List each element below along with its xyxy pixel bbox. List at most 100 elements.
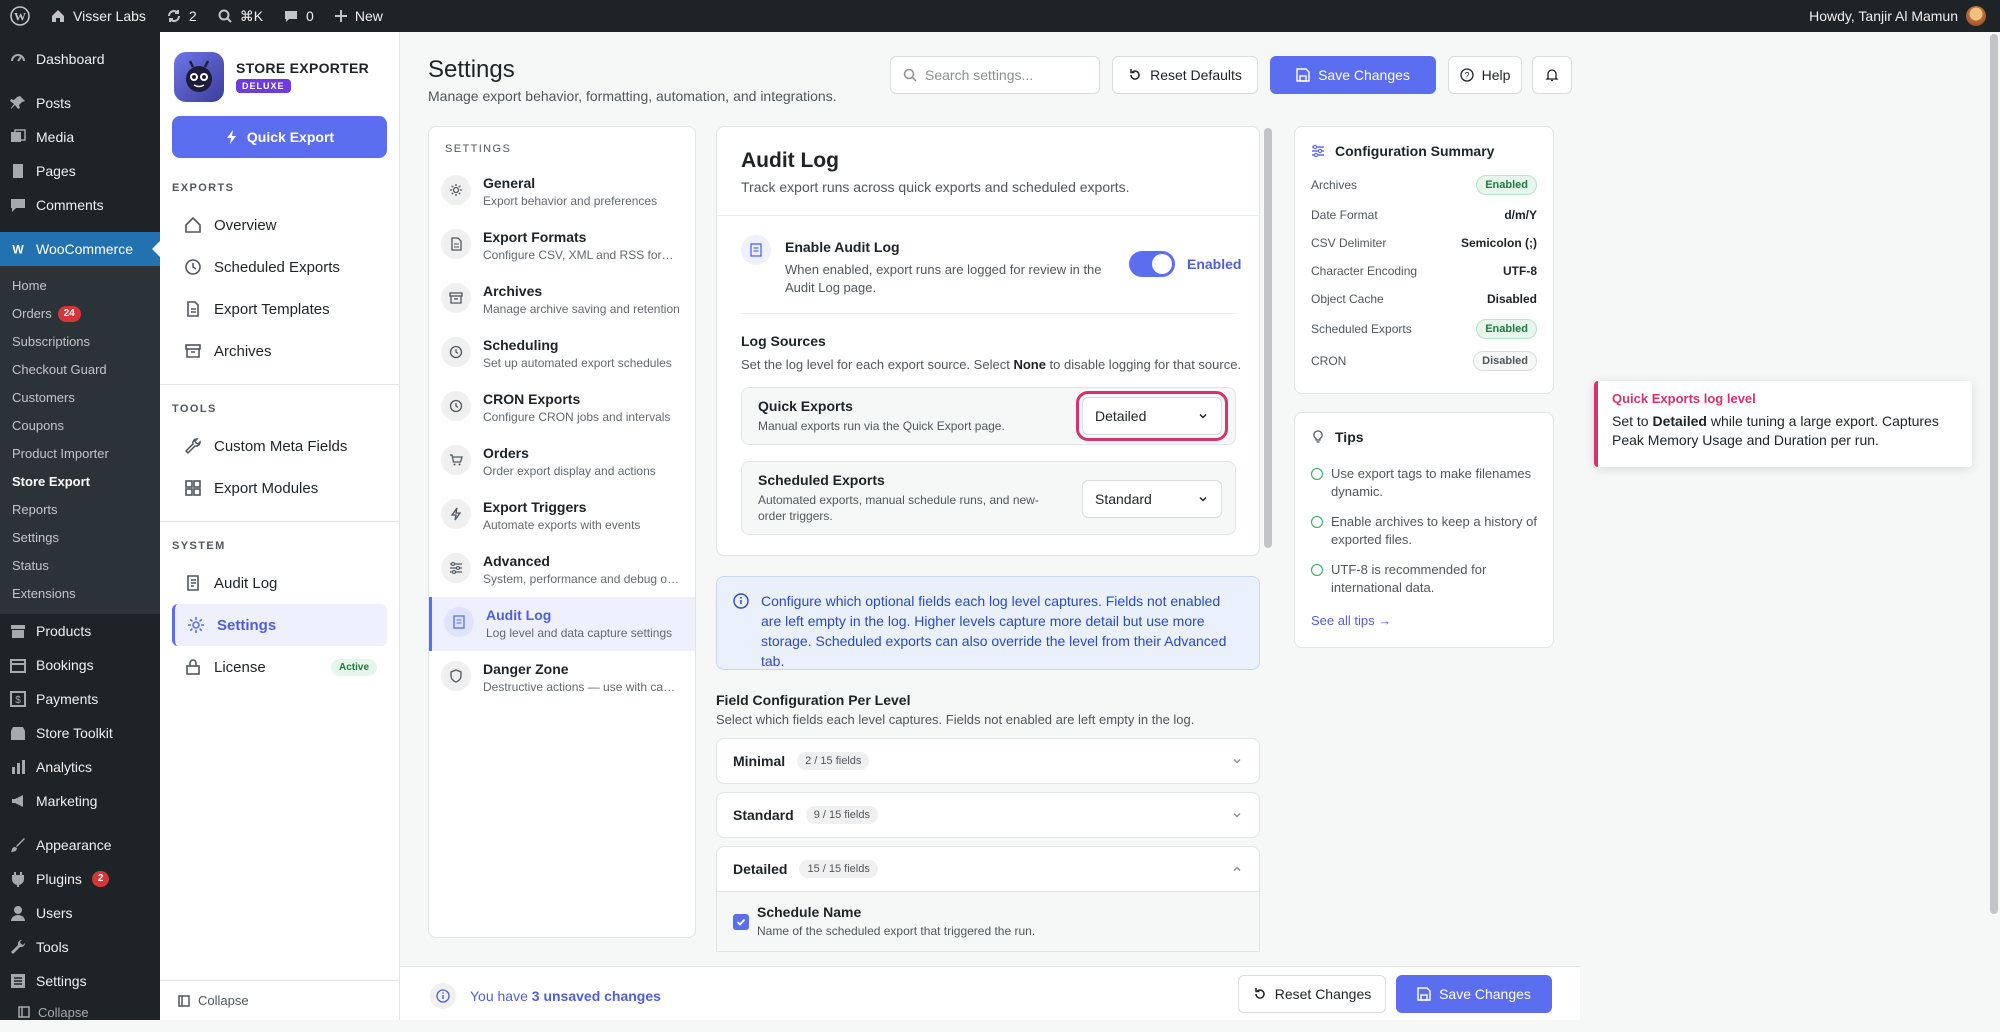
- settings-nav-advanced[interactable]: Advanced System, performance and debug op…: [429, 543, 695, 597]
- schedule-name-checkbox[interactable]: [733, 914, 749, 930]
- chevron-down-icon: [1199, 496, 1207, 502]
- clock-icon: [185, 259, 201, 275]
- nav-label: Archives: [214, 342, 272, 360]
- command-search-link[interactable]: ⌘K: [207, 0, 273, 32]
- level-accordion-standard[interactable]: Standard 9 / 15 fields: [716, 792, 1260, 838]
- submenu-checkout-guard[interactable]: Checkout Guard: [0, 356, 160, 384]
- menu-label: Dashboard: [36, 51, 105, 67]
- new-content-link[interactable]: New: [324, 0, 393, 32]
- section-title-system: SYSTEM: [172, 540, 226, 552]
- page-scrollbar[interactable]: [1990, 34, 1998, 914]
- submenu-store-export[interactable]: Store Export: [0, 468, 160, 496]
- scheduled-exports-level-select[interactable]: Standard: [1082, 480, 1222, 518]
- settings-nav-general[interactable]: General Export behavior and preferences: [429, 165, 695, 219]
- settings-nav-desc: Configure CRON jobs and intervals: [483, 410, 671, 424]
- menu-label: Bookings: [36, 657, 94, 673]
- submenu-label: Product Importer: [12, 446, 109, 461]
- menu-users[interactable]: Users: [0, 896, 160, 930]
- nav-custom-meta-fields[interactable]: Custom Meta Fields: [172, 425, 387, 467]
- content-scrollbar[interactable]: [1264, 128, 1272, 548]
- level-accordion-detailed[interactable]: Detailed 15 / 15 fields: [716, 846, 1260, 892]
- settings-nav-scheduling[interactable]: Scheduling Set up automated export schedu…: [429, 327, 695, 381]
- submenu-orders[interactable]: Orders 24: [0, 300, 160, 328]
- settings-nav-cron-exports[interactable]: CRON Exports Configure CRON jobs and inte…: [429, 381, 695, 435]
- settings-search-input[interactable]: Search settings...: [890, 56, 1100, 94]
- menu-payments[interactable]: $ Payments: [0, 682, 160, 716]
- check-circle-icon: [1311, 564, 1323, 576]
- comments-link[interactable]: 0: [273, 0, 324, 32]
- menu-label: Plugins: [36, 871, 82, 887]
- submenu-reports[interactable]: Reports: [0, 496, 160, 524]
- save-icon: [1296, 68, 1310, 82]
- nav-export-modules[interactable]: Export Modules: [172, 467, 387, 509]
- menu-marketing[interactable]: Marketing: [0, 784, 160, 818]
- level-accordion-minimal[interactable]: Minimal 2 / 15 fields: [716, 738, 1260, 784]
- page-title: Settings: [428, 56, 515, 83]
- menu-plugins[interactable]: Plugins 2: [0, 862, 160, 896]
- notifications-button[interactable]: [1532, 56, 1572, 94]
- enable-audit-toggle[interactable]: [1129, 251, 1175, 277]
- nav-settings[interactable]: Settings: [172, 604, 387, 646]
- menu-tools[interactable]: Tools: [0, 930, 160, 964]
- updates-link[interactable]: 2: [156, 0, 207, 32]
- site-name-link[interactable]: Visser Labs: [40, 0, 156, 32]
- wordpress-logo-icon[interactable]: W: [0, 0, 40, 32]
- menu-pages[interactable]: Pages: [0, 154, 160, 188]
- submenu-customers[interactable]: Customers: [0, 384, 160, 412]
- account-menu[interactable]: Howdy, Tanjir Al Mamun: [1809, 6, 2000, 26]
- reset-defaults-button[interactable]: Reset Defaults: [1112, 56, 1258, 94]
- reset-changes-button[interactable]: Reset Changes: [1238, 975, 1386, 1013]
- submenu-settings[interactable]: Settings: [0, 524, 160, 552]
- archive-icon: [11, 625, 25, 638]
- plugin-collapse-button[interactable]: Collapse: [160, 980, 400, 1020]
- chevron-down-icon: [1199, 413, 1207, 419]
- menu-dashboard[interactable]: Dashboard: [0, 42, 160, 76]
- submenu-subscriptions[interactable]: Subscriptions: [0, 328, 160, 356]
- collapse-menu-button[interactable]: Collapse: [0, 992, 160, 1032]
- submenu-label: Coupons: [12, 418, 65, 433]
- quick-export-button[interactable]: Quick Export: [172, 116, 387, 158]
- submenu-status[interactable]: Status: [0, 552, 160, 580]
- admin-bar: W Visser Labs 2 ⌘K 0 New Howdy, Tanjir A…: [0, 0, 2000, 32]
- bottom-save-changes-button[interactable]: Save Changes: [1396, 975, 1552, 1013]
- nav-export-templates[interactable]: Export Templates: [172, 288, 387, 330]
- submenu-label: Extensions: [12, 586, 76, 601]
- settings-nav-title: Scheduling: [483, 337, 559, 353]
- settings-nav-export-formats[interactable]: Export Formats Configure CSV, XML and RSS…: [429, 219, 695, 273]
- menu-bookings[interactable]: Bookings: [0, 648, 160, 682]
- see-all-tips-link[interactable]: See all tips →: [1295, 597, 1553, 628]
- menu-products[interactable]: Products: [0, 614, 160, 648]
- save-changes-button[interactable]: Save Changes: [1270, 56, 1436, 94]
- help-button[interactable]: ? Help: [1448, 56, 1522, 94]
- menu-media[interactable]: Media: [0, 120, 160, 154]
- nav-audit-log[interactable]: Audit Log: [172, 562, 387, 604]
- site-name: Visser Labs: [73, 8, 146, 24]
- menu-analytics[interactable]: Analytics: [0, 750, 160, 784]
- menu-comments[interactable]: Comments: [0, 188, 160, 222]
- settings-nav-orders[interactable]: Orders Order export display and actions: [429, 435, 695, 489]
- settings-nav-title: CRON Exports: [483, 391, 581, 407]
- level-name: Minimal: [733, 753, 786, 769]
- settings-nav-audit-log[interactable]: Audit Log Log level and data capture sett…: [429, 597, 695, 651]
- quick-exports-level-select[interactable]: Detailed: [1076, 391, 1228, 441]
- search-icon: [218, 9, 232, 23]
- nav-scheduled-exports[interactable]: Scheduled Exports: [172, 246, 387, 288]
- lightning-icon: [226, 130, 236, 144]
- nav-overview[interactable]: Overview: [172, 204, 387, 246]
- submenu-extensions[interactable]: Extensions: [0, 580, 160, 608]
- settings-nav-archives[interactable]: Archives Manage archive saving and retent…: [429, 273, 695, 327]
- select-value: Detailed: [1095, 408, 1147, 424]
- menu-store-toolkit[interactable]: Store Toolkit: [0, 716, 160, 750]
- submenu-coupons[interactable]: Coupons: [0, 412, 160, 440]
- settings-nav-export-triggers[interactable]: Export Triggers Automate exports with eve…: [429, 489, 695, 543]
- menu-appearance[interactable]: Appearance: [0, 828, 160, 862]
- nav-archives[interactable]: Archives: [172, 330, 387, 372]
- menu-label: Marketing: [36, 793, 98, 809]
- menu-posts[interactable]: Posts: [0, 86, 160, 120]
- menu-woocommerce[interactable]: W WooCommerce: [0, 232, 160, 266]
- level-name: Detailed: [733, 861, 788, 877]
- submenu-home[interactable]: Home: [0, 272, 160, 300]
- submenu-product-importer[interactable]: Product Importer: [0, 440, 160, 468]
- nav-license[interactable]: License Active: [172, 646, 387, 688]
- settings-nav-danger-zone[interactable]: Danger Zone Destructive actions — use wit…: [429, 651, 695, 705]
